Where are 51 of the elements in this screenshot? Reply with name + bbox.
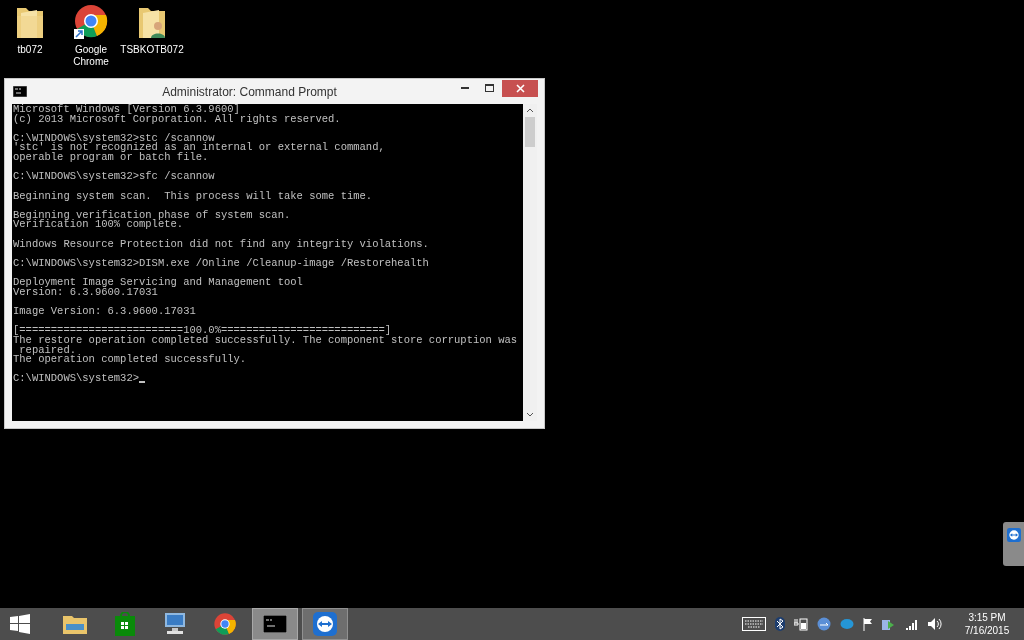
console-line: C:\WINDOWS\system32>DISM.exe /Online /Cleanup-image /Restorehealth [13,259,429,269]
flag-icon[interactable] [863,617,873,631]
maximize-icon [485,84,494,92]
signal-icon[interactable] [905,618,919,630]
clock-date[interactable]: 7/16/2015 [964,624,1010,637]
console-line: The restore operation completed successfully. The component store corruption was [13,336,518,346]
console-line: Deployment Image Servicing and Management tool [13,278,303,288]
desktop-icon-label[interactable]: TSBKOTB072 [120,44,184,56]
scroll-down-icon[interactable] [526,412,534,417]
console-line: Beginning system scan. This process will take some time. [13,191,373,202]
scroll-up-icon[interactable] [526,108,534,113]
globe-icon[interactable] [817,617,831,631]
console-line: C:\WINDOWS\system32>sfc /scannow [13,172,215,182]
chrome-shortcut-icon [73,4,109,40]
store-icon [115,612,135,636]
folder-icon [62,613,88,635]
teamviewer-icon [1006,528,1021,542]
console-line: (c) 2013 Microsoft Corporation. All rights reserved. [13,114,341,125]
clock-time[interactable]: 3:15 PM [968,611,1006,624]
volume-icon[interactable] [928,618,942,630]
scrollbar-thumb[interactable] [525,117,535,147]
minimize-icon [460,87,469,89]
close-button[interactable] [502,79,538,97]
console-line: Verification 100% complete. [13,220,184,231]
chrome-icon [213,612,237,636]
console-line: The operation completed successfully. [13,355,247,365]
computer-icon [162,612,188,636]
battery-icon[interactable] [794,617,808,631]
close-icon [515,83,525,93]
console-line: Microsoft Windows [Version 6.3.9600] [13,105,240,115]
console-line: Windows Resource Protection did not find any integrity violations. [13,239,429,250]
teamviewer-side-tab[interactable] [1003,522,1024,566]
console-line: C:\WINDOWS\system32> [13,374,140,385]
windows-logo-icon [10,614,30,634]
console-line: [==========================100.0%==========================] [13,326,392,336]
command-prompt-icon [263,615,287,633]
taskbar-button[interactable] [252,608,298,640]
keyboard-icon[interactable] [742,617,766,631]
window-title: Administrator: Command Prompt [161,83,338,101]
taskbar-button[interactable] [302,608,348,640]
teamviewer-icon [313,612,337,636]
desktop-icon-label[interactable]: tb072 [17,44,43,56]
command-prompt-icon [13,86,27,97]
console-line: C:\WINDOWS\system32>stc /scannow [13,133,215,144]
console-line: Image Version: 6.3.9600.17031 [13,307,196,317]
transfer-icon[interactable] [882,617,896,631]
console-line: operable program or batch file. [13,153,209,163]
console-line: Version: 6.3.9600.17031 [13,287,158,298]
bluetooth-icon[interactable] [775,617,785,631]
text-cursor [139,381,146,384]
console-line: repaired. [19,345,76,356]
